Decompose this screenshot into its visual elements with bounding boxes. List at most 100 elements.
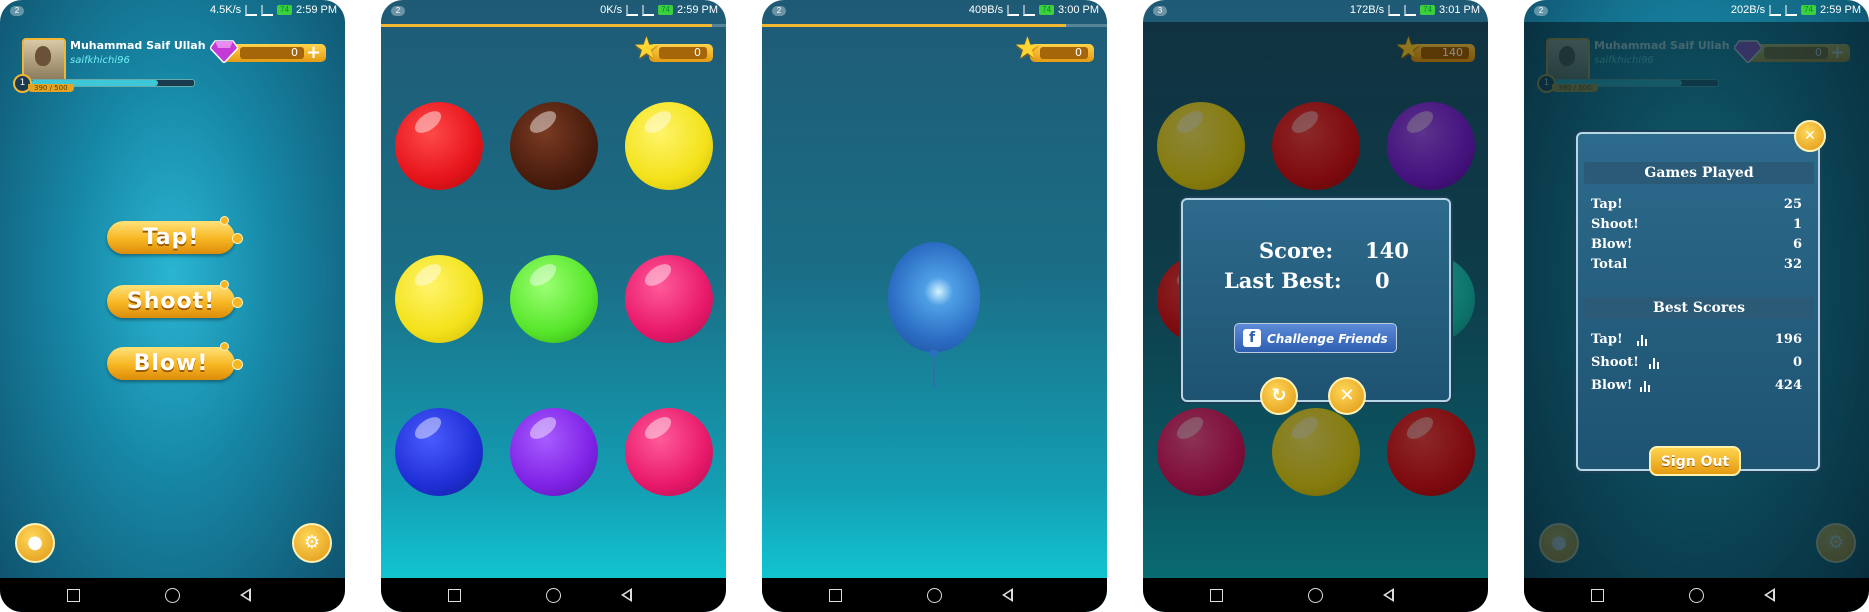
leaderboard-icon[interactable] — [1649, 358, 1661, 369]
recents-button[interactable] — [1591, 589, 1604, 602]
time-progress-bar — [381, 24, 726, 27]
games-played-total-value: 32 — [1783, 257, 1802, 272]
challenge-friends-button[interactable]: f Challenge Friends — [1234, 323, 1397, 353]
facebook-icon: f — [1243, 329, 1261, 347]
gem-count: 0 — [240, 47, 304, 59]
notification-badge: 2 — [391, 6, 405, 16]
notification-badge: 2 — [772, 6, 786, 16]
time-progress-fill — [381, 24, 713, 27]
replay-icon[interactable]: ↻ — [1260, 377, 1298, 415]
recents-button[interactable] — [448, 589, 461, 602]
settings-gear-icon[interactable]: ⚙ — [292, 523, 332, 563]
back-button[interactable] — [1764, 588, 1775, 602]
close-icon[interactable]: ✕ — [1794, 120, 1826, 152]
signal-icon — [261, 4, 274, 16]
bubble[interactable] — [510, 408, 598, 496]
network-speed: 409B/s — [968, 4, 1004, 16]
game-over-dialog — [1181, 198, 1451, 402]
shoot-mode-button[interactable]: Shoot! — [107, 280, 243, 318]
best-score-tap-label: Tap! — [1591, 332, 1623, 347]
back-button[interactable] — [240, 588, 251, 602]
challenge-friends-label: Challenge Friends — [1267, 332, 1388, 346]
leaderboard-icon[interactable] — [1640, 381, 1652, 392]
balloon[interactable] — [888, 242, 980, 352]
last-best-value: 0 — [1375, 268, 1390, 293]
games-played-tap-value: 25 — [1783, 197, 1802, 212]
battery-icon: 74 — [1420, 5, 1436, 15]
tap-mode-button[interactable]: Tap! — [107, 216, 243, 254]
bubble[interactable] — [625, 102, 713, 190]
bubble[interactable] — [625, 408, 713, 496]
bubble[interactable] — [510, 255, 598, 343]
leaderboard-icon[interactable] — [1637, 335, 1649, 346]
add-gems-button[interactable]: + — [306, 44, 321, 62]
back-button[interactable] — [621, 588, 632, 602]
score-label: Score: — [1259, 238, 1334, 263]
status-bar: 3 172B/s 74 3:01 PM — [1143, 0, 1488, 22]
phone-game-over: 3 172B/s 74 3:01 PM 140 ★ Score: 140 Las… — [1143, 0, 1488, 612]
games-played-shoot-value: 1 — [1792, 217, 1802, 232]
games-played-total-label: Total — [1591, 257, 1628, 272]
bubble[interactable] — [510, 102, 598, 190]
status-bar: 2 409B/s 74 3:00 PM — [762, 0, 1107, 22]
blow-mode-button[interactable]: Blow! — [107, 342, 243, 380]
status-bar: 2 4.5K/s 74 2:59 PM — [0, 0, 345, 22]
home-button[interactable] — [927, 588, 942, 603]
star-icon: ★ — [1014, 31, 1041, 66]
back-button[interactable] — [1002, 588, 1013, 602]
network-speed: 172B/s — [1349, 4, 1385, 16]
balloon-string — [933, 356, 935, 388]
phone-stats: 2 202B/s 74 2:59 PM Muhammad Saif Ullah … — [1524, 0, 1869, 612]
home-button[interactable] — [1689, 588, 1704, 603]
recents-button[interactable] — [829, 589, 842, 602]
bubble[interactable] — [395, 408, 483, 496]
blow-mode-label: Blow! — [133, 351, 209, 376]
sign-out-button[interactable]: Sign Out — [1649, 446, 1741, 476]
clock: 2:59 PM — [677, 4, 718, 16]
home-button[interactable] — [1308, 588, 1323, 603]
score-value: 0 — [1040, 47, 1088, 59]
battery-icon: 74 — [658, 5, 674, 15]
games-played-shoot-label: Shoot! — [1591, 217, 1639, 232]
battery-icon: 74 — [277, 5, 293, 15]
gem-icon — [210, 40, 238, 63]
notification-badge: 2 — [10, 6, 24, 16]
network-speed: 0K/s — [600, 4, 623, 16]
star-icon: ★ — [633, 31, 660, 66]
signal-icon — [1785, 4, 1798, 16]
user-name: Muhammad Saif Ullah — [70, 39, 206, 52]
best-score-shoot-label: Shoot! — [1591, 355, 1639, 370]
phone-tap-game: 2 0K/s 74 2:59 PM 0 ★ — [381, 0, 726, 612]
xp-text: 390 / 500 — [28, 84, 74, 92]
score-value: 0 — [659, 47, 707, 59]
back-button[interactable] — [1383, 588, 1394, 602]
signal-icon — [642, 4, 655, 16]
network-speed: 202B/s — [1730, 4, 1766, 16]
shoot-mode-label: Shoot! — [126, 289, 216, 314]
android-nav-bar — [1524, 578, 1869, 612]
games-played-tap-label: Tap! — [1591, 197, 1623, 212]
clock: 3:01 PM — [1439, 4, 1480, 16]
bubble[interactable] — [395, 255, 483, 343]
close-icon[interactable]: ✕ — [1328, 377, 1366, 415]
clock: 2:59 PM — [1820, 4, 1861, 16]
recents-button[interactable] — [1210, 589, 1223, 602]
notification-badge: 3 — [1153, 6, 1167, 16]
time-progress-bar — [762, 24, 1107, 27]
friends-icon[interactable]: ● — [15, 523, 55, 563]
notification-badge: 2 — [1534, 6, 1548, 16]
recents-button[interactable] — [67, 589, 80, 602]
score-value-final: 140 — [1365, 238, 1409, 263]
home-button[interactable] — [165, 588, 180, 603]
clock: 2:59 PM — [296, 4, 337, 16]
bubble[interactable] — [625, 255, 713, 343]
status-bar: 2 202B/s 74 2:59 PM — [1524, 0, 1869, 22]
home-button[interactable] — [546, 588, 561, 603]
signal-icon — [1388, 4, 1401, 16]
android-nav-bar — [762, 578, 1107, 612]
network-speed: 4.5K/s — [209, 4, 242, 16]
bubble[interactable] — [395, 102, 483, 190]
user-handle: saifkhichi96 — [70, 55, 130, 66]
battery-icon: 74 — [1801, 5, 1817, 15]
time-progress-fill — [762, 24, 1066, 27]
